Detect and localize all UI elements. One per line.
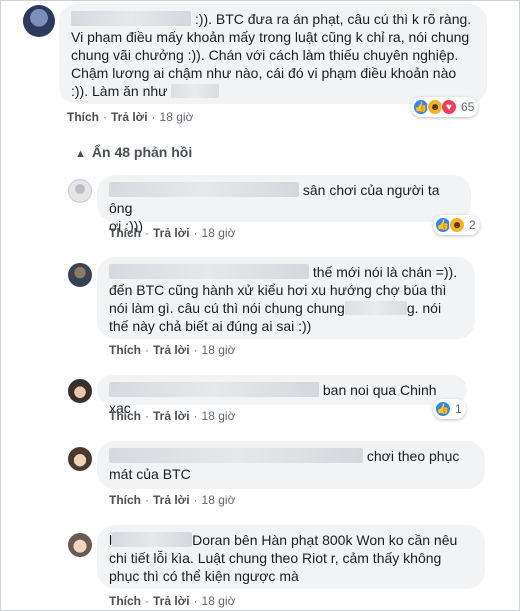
reaction-summary[interactable]: 👍 ☻ ♥ 65 (411, 97, 479, 117)
like-button[interactable]: Thích (67, 110, 99, 124)
author-name-redacted[interactable] (109, 448, 363, 463)
comment-actions: Thích · Trả lời · 18 giờ (109, 226, 236, 240)
comment-thread: :)). BTC đưa ra án phạt, câu cú thì k rõ… (0, 0, 520, 611)
reaction-summary[interactable]: 👍 ☻ 2 (433, 215, 480, 235)
avatar[interactable] (68, 379, 92, 403)
like-button[interactable]: Thích (109, 409, 141, 423)
comment-text: Vi phạm điều mấy khoản mấy trong luật cũ… (71, 29, 470, 45)
comment-line: :)). BTC đưa ra án phạt, câu cú thì k rõ… (71, 10, 475, 28)
comment-actions: Thích · Trả lời · 18 giờ (109, 409, 236, 423)
comment-text: mát của BTC (109, 466, 191, 482)
comment-text: nói làm gì. câu cú thì nói chung chung (109, 300, 345, 316)
comment-text: chi tiết lỗi kìa. Luật chung theo Riot r… (109, 550, 442, 566)
love-reaction-icon: ♥ (441, 99, 457, 115)
hide-replies-link[interactable]: ▲ Ẩn 48 phản hồi (75, 144, 192, 160)
comment-line: chơi theo phục (109, 447, 473, 465)
like-button[interactable]: Thích (109, 226, 141, 240)
reaction-summary[interactable]: 👍 1 (433, 399, 466, 419)
comment-text: Chậm lương ai chậm như nào, cái đó vi ph… (71, 65, 457, 81)
timestamp[interactable]: 18 giờ (202, 493, 236, 507)
reply-button[interactable]: Trả lời (111, 110, 148, 124)
redacted-text (344, 301, 407, 315)
comment-line: thế mới nói là chán =)). (109, 263, 463, 281)
reaction-count: 2 (469, 218, 476, 232)
reply-button[interactable]: Trả lời (153, 226, 190, 240)
comment-line: nói làm gì. câu cú thì nói chung chung g.… (109, 299, 463, 317)
reaction-count: 65 (461, 100, 475, 114)
reply-bubble: ban noi qua Chinh xac (97, 375, 467, 416)
timestamp[interactable]: 18 giờ (202, 409, 236, 423)
comment-text: đến BTC cũng hành xử kiểu hơi xu hướng c… (109, 282, 447, 298)
comment-text: Doran bên Hàn phạt 800k Won ko cần nêu (192, 532, 458, 548)
like-reaction-icon: 👍 (435, 401, 451, 417)
author-name-redacted[interactable] (112, 532, 193, 547)
comment-actions: Thích · Trả lời · 18 giờ (109, 594, 236, 608)
comment-text: :)). Làm ăn như (71, 83, 168, 99)
timestamp[interactable]: 18 giờ (202, 226, 236, 240)
comment-text: thế mới nói là chán =)). (312, 264, 458, 280)
reply-button[interactable]: Trả lời (153, 409, 190, 423)
comment-actions: Thích · Trả lời · 18 giờ (67, 110, 194, 124)
chevron-up-icon: ▲ (75, 148, 86, 160)
author-name-redacted[interactable] (109, 264, 309, 279)
comment-bubble-main: :)). BTC đưa ra án phạt, câu cú thì k rõ… (59, 4, 487, 104)
author-name-redacted[interactable] (109, 182, 299, 197)
comment-text: :)). BTC đưa ra án phạt, câu cú thì k rõ… (194, 11, 472, 27)
comment-text: chung vãi chưởng :)). Chán với cách làm … (71, 47, 459, 63)
timestamp[interactable]: 18 giờ (202, 343, 236, 357)
comment-line: :)). Làm ăn như (71, 82, 475, 100)
comment-line: sân chơi của người ta ông (109, 181, 459, 217)
like-button[interactable]: Thích (109, 594, 141, 608)
haha-reaction-icon: ☻ (449, 217, 465, 233)
reply-button[interactable]: Trả lời (153, 493, 190, 507)
comment-actions: Thích · Trả lời · 18 giờ (109, 343, 236, 357)
avatar[interactable] (23, 5, 55, 37)
comment-text: thế này chả biết ai đúng ai sai :)) (109, 318, 312, 334)
avatar[interactable] (68, 263, 92, 287)
reply-bubble: sân chơi của người ta ông ơi :))) (97, 175, 471, 234)
reply-bubble: l Doran bên Hàn phạt 800k Won ko cần nêu … (97, 525, 485, 589)
avatar[interactable] (68, 533, 92, 557)
avatar[interactable] (68, 447, 92, 471)
reply-bubble: thế mới nói là chán =)). đến BTC cũng hà… (97, 257, 475, 339)
redacted-text (171, 84, 220, 98)
reaction-count: 1 (455, 402, 462, 416)
timestamp[interactable]: 18 giờ (202, 594, 236, 608)
reply-button[interactable]: Trả lời (153, 594, 190, 608)
timestamp[interactable]: 18 giờ (160, 110, 194, 124)
author-name-redacted[interactable] (71, 11, 191, 26)
comment-line: l Doran bên Hàn phạt 800k Won ko cần nêu (109, 531, 473, 549)
like-button[interactable]: Thích (109, 493, 141, 507)
hide-replies-label: Ẩn 48 phản hồi (91, 144, 193, 160)
reply-button[interactable]: Trả lời (153, 343, 190, 357)
comment-actions: Thích · Trả lời · 18 giờ (109, 493, 236, 507)
avatar[interactable] (68, 179, 92, 203)
comment-text: chơi theo phục (366, 448, 460, 464)
comment-text: g. nói (406, 300, 442, 316)
comment-text: phục thì có thể kiện ngược mà (109, 568, 299, 584)
reply-bubble: chơi theo phục mát của BTC (97, 441, 485, 489)
like-button[interactable]: Thích (109, 343, 141, 357)
author-name-redacted[interactable] (109, 382, 319, 397)
